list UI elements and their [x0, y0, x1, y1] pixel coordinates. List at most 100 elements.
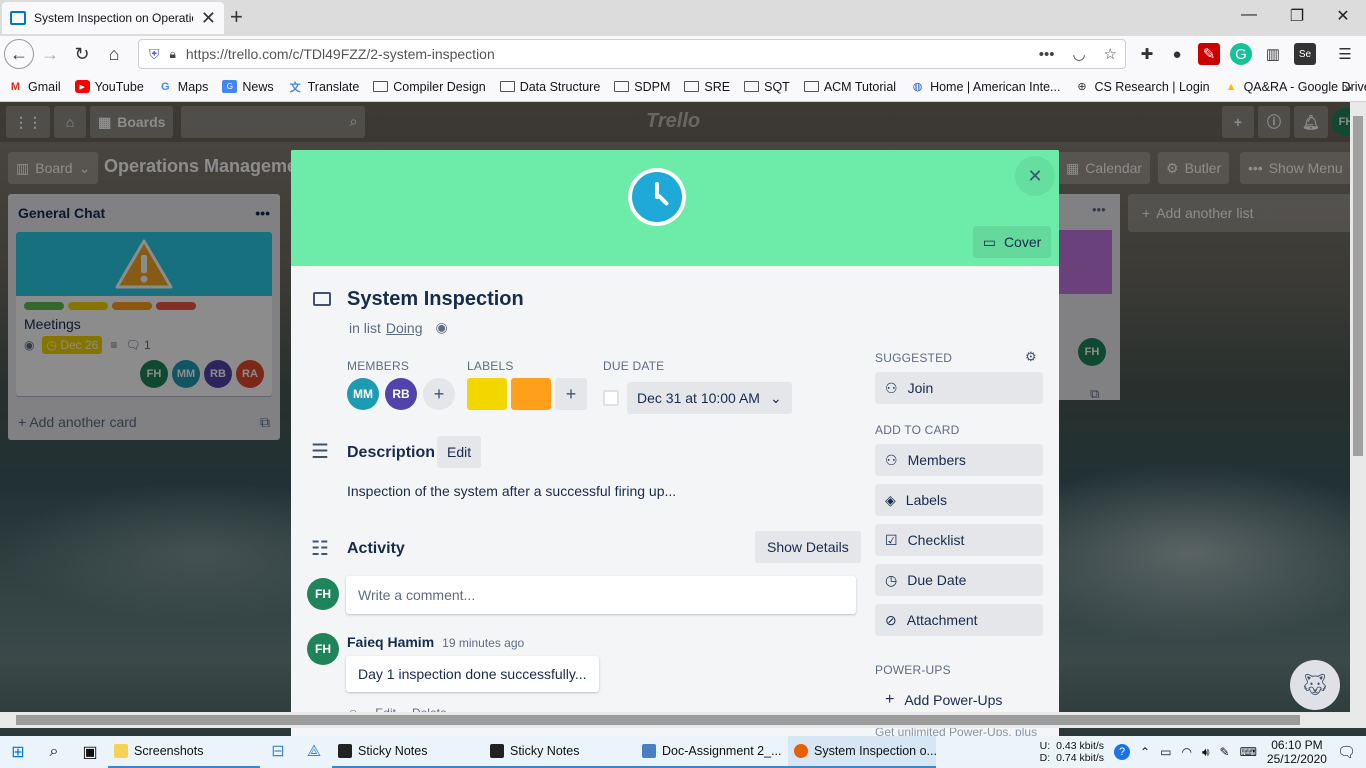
help-icon[interactable]: ? [1114, 744, 1131, 760]
forward-button[interactable]: → [34, 38, 66, 70]
url-bar[interactable]: ⛨ 🔒︎ https://trello.com/c/TDl49FZZ/2-sys… [138, 39, 1126, 69]
vertical-scrollbar[interactable] [1350, 102, 1366, 712]
windows-start-icon[interactable]: ⊞ [0, 736, 36, 768]
bookmark-gmail[interactable]: M Gmail [8, 80, 61, 94]
taskbar-app-doc-assignment[interactable]: Doc-Assignment 2_... [636, 736, 788, 768]
taco-mascot-icon[interactable]: 🐺︎ [1290, 660, 1340, 710]
extensions-icon[interactable]: ✚ [1136, 43, 1158, 65]
minimize-window-button[interactable]: — [1226, 6, 1272, 24]
new-tab-button[interactable]: + [230, 4, 243, 30]
join-button[interactable]: ⚇ Join [875, 372, 1043, 404]
add-member-button[interactable]: + [423, 378, 455, 410]
close-tab-icon[interactable]: ✕ [201, 8, 216, 29]
power-ups-heading: POWER-UPS [875, 663, 951, 677]
notification-center-icon[interactable]: 🗨︎ [1337, 743, 1356, 761]
url-text[interactable]: https://trello.com/c/TDl49FZZ/2-system-i… [186, 46, 1029, 62]
bookmark-sqt[interactable]: SQT [744, 80, 790, 94]
add-label-button[interactable]: + [555, 378, 587, 410]
browser-tab[interactable]: System Inspection on Operatio ✕ [2, 2, 224, 34]
page-actions-icon[interactable]: ••• [1039, 46, 1055, 63]
task-view-icon[interactable]: ▣ [72, 736, 108, 768]
bookmark-cs-research[interactable]: ⊕ CS Research | Login [1074, 80, 1209, 94]
member-avatar[interactable]: MM [347, 378, 379, 410]
taskbar-pinned-app-icon[interactable]: ⟁ [296, 736, 332, 768]
bookmark-youtube[interactable]: ▶ YouTube [74, 80, 144, 94]
person-icon: ⚇ [885, 451, 898, 468]
menu-icon[interactable]: ☰ [1334, 43, 1356, 65]
sidebar-due-date-button[interactable]: ◷ Due Date [875, 564, 1043, 596]
search-icon[interactable]: ⌕ [36, 736, 72, 768]
sidebar-attachment-button[interactable]: ⊘ Attachment [875, 604, 1043, 636]
comment-author-avatar[interactable]: FH [307, 633, 339, 665]
taskbar-app-sticky-notes[interactable]: Sticky Notes [484, 736, 636, 768]
due-date-button[interactable]: Dec 31 at 10:00 AM ⌄ [627, 382, 792, 414]
bookmark-news[interactable]: G News [222, 80, 274, 94]
description-text[interactable]: Inspection of the system after a success… [347, 483, 676, 499]
folder-icon [803, 81, 819, 92]
bookmark-star-icon[interactable]: ☆ [1104, 45, 1117, 63]
extension-bars-icon[interactable]: ▥ [1262, 43, 1284, 65]
card-title[interactable]: System Inspection [347, 288, 524, 311]
account-icon[interactable]: ● [1166, 43, 1188, 65]
add-to-card-list: ⚇ Members ◈ Labels ☑ Checklist ◷ Due Date ⊘ A… [875, 444, 1043, 636]
bookmark-sre[interactable]: SRE [684, 80, 730, 94]
due-complete-checkbox[interactable] [603, 390, 619, 406]
add-to-card-heading: ADD TO CARD [875, 423, 960, 437]
watch-eye-icon: ◉ [435, 319, 448, 335]
sidebar-checklist-button[interactable]: ☑ Checklist [875, 524, 1043, 556]
comment-input[interactable]: Write a comment... [346, 576, 856, 614]
sidebar-labels-button[interactable]: ◈ Labels [875, 484, 1043, 516]
taskbar-app-firefox[interactable]: System Inspection o... [788, 736, 936, 768]
folder-icon [499, 81, 515, 92]
sidebar-members-button[interactable]: ⚇ Members [875, 444, 1043, 476]
home-button[interactable]: ⌂ [98, 38, 130, 70]
reload-button[interactable]: ↻ [66, 38, 98, 70]
pdf-extension-icon[interactable]: ✎ [1198, 43, 1220, 65]
back-button[interactable]: ← [4, 39, 34, 69]
close-window-button[interactable]: ✕ [1320, 6, 1366, 26]
trello-board-background: ⋮⋮ ⌂ ▦ Boards ⌕ Trello + ⓘ 🔔︎ FH ▥ Board ⌄ … [0, 102, 1366, 736]
member-avatar[interactable]: RB [385, 378, 417, 410]
paperclip-icon: ⊘ [885, 611, 897, 628]
pen-icon[interactable]: ✎ [1220, 745, 1230, 759]
current-user-avatar[interactable]: FH [307, 578, 339, 610]
bookmark-sdpm[interactable]: SDPM [614, 80, 670, 94]
grammarly-icon[interactable]: G [1230, 43, 1252, 65]
label-orange[interactable] [511, 378, 551, 410]
comment-time[interactable]: 19 minutes ago [442, 636, 524, 650]
keyboard-icon[interactable]: ⌨ [1240, 745, 1257, 759]
bookmark-maps[interactable]: G Maps [158, 80, 208, 94]
battery-icon[interactable]: ▭ [1160, 745, 1171, 759]
horizontal-scrollbar[interactable] [0, 712, 1366, 728]
bookmark-translate[interactable]: 文 Translate [288, 80, 360, 94]
taskbar-app-screenshots[interactable]: Screenshots [108, 736, 260, 768]
cover-button[interactable]: ▭ Cover [973, 226, 1051, 258]
bookmark-acm-tutorial[interactable]: ACM Tutorial [803, 80, 896, 94]
wifi-icon[interactable]: ◠ [1181, 745, 1191, 759]
bookmark-american-inte[interactable]: ◍ Home | American Inte... [910, 80, 1061, 94]
taskbar-app-sticky-notes[interactable]: Sticky Notes [332, 736, 484, 768]
selenium-icon[interactable]: Se [1294, 43, 1316, 65]
restore-window-button[interactable]: ❐ [1274, 6, 1320, 26]
card-cover: ✕ ▭ Cover [291, 150, 1059, 266]
bookmark-data-structure[interactable]: Data Structure [499, 80, 600, 94]
settings-gear-icon[interactable]: ⚙ [1025, 349, 1037, 365]
tracking-shield-icon[interactable]: ⛨ [149, 46, 160, 63]
close-modal-button[interactable]: ✕ [1015, 156, 1055, 196]
chevron-up-icon[interactable]: ⌃ [1140, 745, 1150, 759]
scrollbar-thumb[interactable] [16, 715, 1300, 725]
more-bookmarks-icon[interactable]: » [1344, 79, 1352, 96]
list-link[interactable]: Doing [386, 320, 423, 336]
taskbar-clock[interactable]: 06:10 PM 25/12/2020 [1267, 738, 1327, 766]
scrollbar-thumb[interactable] [1353, 116, 1363, 456]
edit-description-button[interactable]: Edit [437, 436, 482, 468]
volume-icon[interactable]: 🔊︎ [1202, 745, 1210, 760]
comment-author[interactable]: Faieq Hamim [347, 634, 434, 650]
suggested-section: SUGGESTED ⚙ [875, 349, 1043, 365]
lock-icon[interactable]: 🔒︎ [170, 47, 176, 62]
taskbar-pinned-app-icon[interactable]: ⊟ [260, 736, 296, 768]
show-details-button[interactable]: Show Details [755, 531, 861, 563]
label-yellow[interactable] [467, 378, 507, 410]
pocket-icon[interactable]: ◡ [1072, 45, 1085, 63]
bookmark-compiler-design[interactable]: Compiler Design [373, 80, 486, 94]
